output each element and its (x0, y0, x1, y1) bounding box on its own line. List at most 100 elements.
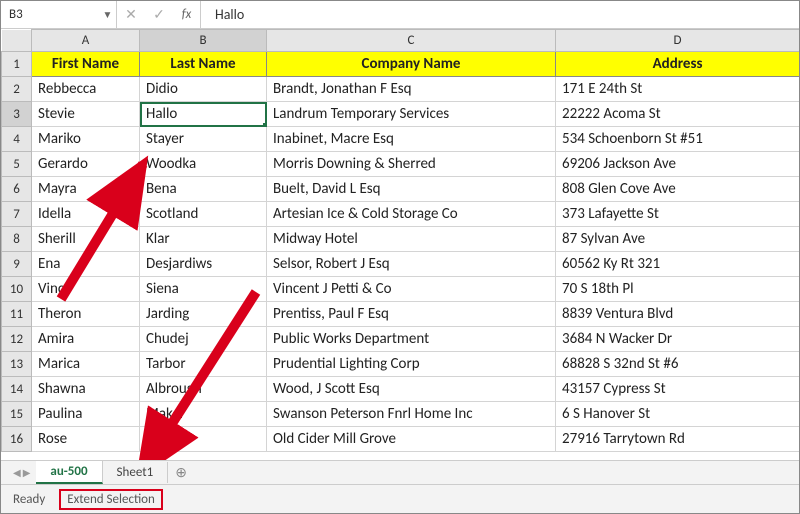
cell-D7[interactable]: 373 Lafayette St (556, 202, 800, 227)
cell-A11[interactable]: Theron (32, 302, 140, 327)
sheet-tab-sheet1[interactable]: Sheet1 (103, 462, 169, 483)
cell-C3[interactable]: Landrum Temporary Services (267, 102, 556, 127)
status-extend-selection: Extend Selection (59, 489, 163, 510)
cell-B10[interactable]: Siena (140, 277, 267, 302)
formula-input[interactable]: Hallo (201, 6, 799, 23)
cell-B13[interactable]: Tarbor (140, 352, 267, 377)
cell-B16[interactable]: Jebb (140, 427, 267, 452)
cell-B9[interactable]: Desjardiws (140, 252, 267, 277)
cell-A5[interactable]: Gerardo (32, 152, 140, 177)
cell-A14[interactable]: Shawna (32, 377, 140, 402)
col-header-D[interactable]: D (556, 30, 800, 52)
cell-A15[interactable]: Paulina (32, 402, 140, 427)
cell-A13[interactable]: Marica (32, 352, 140, 377)
cell-B5[interactable]: Woodka (140, 152, 267, 177)
cell-B12[interactable]: Chudej (140, 327, 267, 352)
row-header-8[interactable]: 8 (2, 227, 32, 252)
cell-D11[interactable]: 8839 Ventura Blvd (556, 302, 800, 327)
header-cell-D[interactable]: Address (556, 52, 800, 77)
row-header-10[interactable]: 10 (2, 277, 32, 302)
cell-C9[interactable]: Selsor, Robert J Esq (267, 252, 556, 277)
name-box[interactable]: B3 (1, 1, 99, 28)
cell-D13[interactable]: 68828 S 32nd St #6 (556, 352, 800, 377)
cell-D6[interactable]: 808 Glen Cove Ave (556, 177, 800, 202)
formula-bar: B3 ▼ ✕ ✓ fx Hallo (1, 1, 799, 29)
row-header-7[interactable]: 7 (2, 202, 32, 227)
cell-C15[interactable]: Swanson Peterson Fnrl Home Inc (267, 402, 556, 427)
select-all-corner[interactable] (2, 30, 32, 52)
row-header-1[interactable]: 1 (2, 52, 32, 77)
cell-D4[interactable]: 534 Schoenborn St #51 (556, 127, 800, 152)
cell-C2[interactable]: Brandt, Jonathan F Esq (267, 77, 556, 102)
cell-A16[interactable]: Rose (32, 427, 140, 452)
row-header-3[interactable]: 3 (2, 102, 32, 127)
cell-D16[interactable]: 27916 Tarrytown Rd (556, 427, 800, 452)
cell-C6[interactable]: Buelt, David L Esq (267, 177, 556, 202)
fx-icon[interactable]: fx (173, 1, 201, 28)
cell-C8[interactable]: Midway Hotel (267, 227, 556, 252)
cell-D15[interactable]: 6 S Hanover St (556, 402, 800, 427)
cell-A10[interactable]: Vince (32, 277, 140, 302)
name-box-dropdown[interactable]: ▼ (99, 1, 117, 28)
row-header-4[interactable]: 4 (2, 127, 32, 152)
cell-C4[interactable]: Inabinet, Macre Esq (267, 127, 556, 152)
cell-B8[interactable]: Klar (140, 227, 267, 252)
cell-A6[interactable]: Mayra (32, 177, 140, 202)
cell-B2[interactable]: Didio (140, 77, 267, 102)
cell-C14[interactable]: Wood, J Scott Esq (267, 377, 556, 402)
cell-C10[interactable]: Vincent J Petti & Co (267, 277, 556, 302)
cell-D12[interactable]: 3684 N Wacker Dr (556, 327, 800, 352)
cell-A9[interactable]: Ena (32, 252, 140, 277)
cell-A2[interactable]: Rebbecca (32, 77, 140, 102)
cell-B14[interactable]: Albrough (140, 377, 267, 402)
col-header-C[interactable]: C (267, 30, 556, 52)
cell-D9[interactable]: 60562 Ky Rt 321 (556, 252, 800, 277)
row-header-11[interactable]: 11 (2, 302, 32, 327)
cell-A12[interactable]: Amira (32, 327, 140, 352)
status-bar: Ready Extend Selection (1, 485, 799, 513)
row-header-9[interactable]: 9 (2, 252, 32, 277)
row-header-14[interactable]: 14 (2, 377, 32, 402)
row-header-6[interactable]: 6 (2, 177, 32, 202)
spreadsheet-grid: A B C D 1First NameLast NameCompany Name… (1, 29, 799, 461)
cell-B7[interactable]: Scotland (140, 202, 267, 227)
cell-A3[interactable]: Stevie (32, 102, 140, 127)
cell-D5[interactable]: 69206 Jackson Ave (556, 152, 800, 177)
cell-C13[interactable]: Prudential Lighting Corp (267, 352, 556, 377)
cell-D3[interactable]: 22222 Acoma St (556, 102, 800, 127)
cell-C12[interactable]: Public Works Department (267, 327, 556, 352)
cell-D8[interactable]: 87 Sylvan Ave (556, 227, 800, 252)
cell-C11[interactable]: Prentiss, Paul F Esq (267, 302, 556, 327)
cell-B15[interactable]: Maker (140, 402, 267, 427)
cell-B11[interactable]: Jarding (140, 302, 267, 327)
row-header-12[interactable]: 12 (2, 327, 32, 352)
row-header-5[interactable]: 5 (2, 152, 32, 177)
tab-nav[interactable]: ◀▶ (7, 466, 36, 479)
cell-A4[interactable]: Mariko (32, 127, 140, 152)
cell-B6[interactable]: Bena (140, 177, 267, 202)
cell-C7[interactable]: Artesian Ice & Cold Storage Co (267, 202, 556, 227)
cell-C5[interactable]: Morris Downing & Sherred (267, 152, 556, 177)
row-header-2[interactable]: 2 (2, 77, 32, 102)
cell-A8[interactable]: Sherill (32, 227, 140, 252)
row-header-16[interactable]: 16 (2, 427, 32, 452)
col-header-A[interactable]: A (32, 30, 140, 52)
cancel-icon: ✕ (117, 1, 145, 28)
cell-A7[interactable]: Idella (32, 202, 140, 227)
header-cell-C[interactable]: Company Name (267, 52, 556, 77)
cell-D14[interactable]: 43157 Cypress St (556, 377, 800, 402)
cell-D10[interactable]: 70 S 18th Pl (556, 277, 800, 302)
col-header-B[interactable]: B (140, 30, 267, 52)
sheet-tab-strip: ◀▶ au-500 Sheet1 ⊕ (1, 461, 799, 485)
cell-B3[interactable]: Hallo (140, 102, 267, 127)
header-cell-A[interactable]: First Name (32, 52, 140, 77)
cell-C16[interactable]: Old Cider Mill Grove (267, 427, 556, 452)
row-header-13[interactable]: 13 (2, 352, 32, 377)
status-ready: Ready (13, 492, 45, 507)
new-sheet-button[interactable]: ⊕ (168, 464, 194, 481)
cell-D2[interactable]: 171 E 24th St (556, 77, 800, 102)
row-header-15[interactable]: 15 (2, 402, 32, 427)
cell-B4[interactable]: Stayer (140, 127, 267, 152)
header-cell-B[interactable]: Last Name (140, 52, 267, 77)
sheet-tab-active[interactable]: au-500 (36, 461, 102, 484)
